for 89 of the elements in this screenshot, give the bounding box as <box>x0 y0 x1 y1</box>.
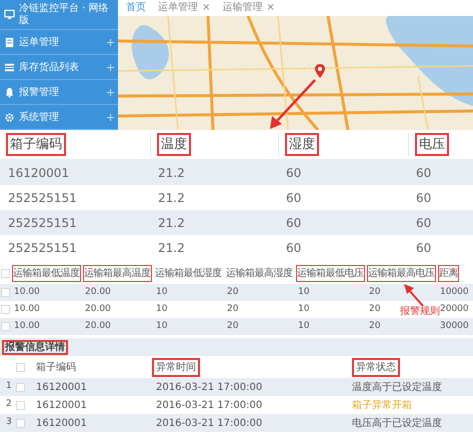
tab[interactable]: 运单管理 × <box>158 1 210 15</box>
checkbox[interactable] <box>16 362 25 372</box>
table-cell-text: 60 <box>285 240 302 256</box>
column-header: 箱子编码 <box>35 360 77 374</box>
monitor-icon <box>4 9 15 20</box>
column-header: 异常时间 <box>152 358 200 376</box>
column-header: 运输箱最低电压 <box>296 264 364 282</box>
table-cell-text: 20 <box>369 320 380 333</box>
arrow-icon <box>403 283 425 307</box>
table-cell-text: 10 <box>298 286 310 299</box>
table-cell-text: 电压高于已设定温度 <box>352 416 443 430</box>
table-cell-text: 16120001 <box>35 398 88 412</box>
table-cell-text: 16120001 <box>7 164 70 182</box>
table-cell-text: 2016-03-21 17:00:00 <box>155 416 264 430</box>
table-cell-text: 21.2 <box>157 190 186 206</box>
map-pin-icon <box>315 64 325 78</box>
column-header: 运输箱最高湿度 <box>225 266 294 280</box>
table-cell-text: 10000 <box>440 286 469 299</box>
table-cell-text: 60 <box>285 190 302 206</box>
table-cell-text: 16120001 <box>35 416 88 430</box>
table-cell-text: 20.00 <box>85 286 111 299</box>
platform-title: 冷链监控平台 · 网络版 <box>19 2 110 26</box>
plus-icon <box>107 88 114 96</box>
table-cell-text: 10 <box>156 302 168 316</box>
table-cell-text: 20 <box>369 286 380 299</box>
column-header: 电压 <box>415 132 449 156</box>
settings-icon <box>4 112 15 122</box>
row-number: 3 <box>5 416 13 430</box>
column-header: 箱子编码 <box>6 132 66 156</box>
column-header: 运输箱最高温度 <box>83 264 152 282</box>
table-cell-text: 20 <box>227 320 238 333</box>
table-cell-text: 2016-03-21 17:00:00 <box>155 398 264 412</box>
bell-icon <box>4 86 15 98</box>
checkbox[interactable] <box>1 322 10 331</box>
section-title: 报警信息详情 <box>2 340 68 354</box>
column-header: 湿度 <box>285 132 319 156</box>
table-cell-text: 20000 <box>440 302 469 316</box>
table-cell-text: 箱子异常开箱 <box>352 398 413 412</box>
table-cell-text: 10.00 <box>14 286 40 299</box>
checkbox[interactable] <box>1 268 10 278</box>
table-cell-text: 2016-03-21 17:00:00 <box>155 380 264 394</box>
document-icon <box>4 36 15 48</box>
table-cell-text: 10.00 <box>14 302 40 316</box>
plus-icon <box>107 64 114 70</box>
table-cell-text: 60 <box>415 240 432 256</box>
table-cell-text: 30000 <box>440 320 469 333</box>
table-cell-text: 10 <box>298 320 310 333</box>
arrow-icon <box>268 78 318 130</box>
column-header: 异常状态 <box>352 358 400 376</box>
table-cell-text: 20 <box>227 302 238 316</box>
row-number: 1 <box>5 380 13 394</box>
checkbox[interactable] <box>1 305 10 314</box>
list-icon <box>4 62 15 72</box>
annotation-label: 报警规则 <box>400 306 440 317</box>
table-cell-text: 60 <box>285 164 302 182</box>
table-cell-text: 10 <box>298 302 310 316</box>
column-header: 距离 <box>438 264 459 282</box>
table-cell-text: 21.2 <box>157 164 186 182</box>
table-cell-text: 10.00 <box>14 320 40 333</box>
column-header: 运输箱最低湿度 <box>154 266 222 280</box>
row-number: 2 <box>5 398 13 412</box>
column-header: 温度 <box>157 132 191 156</box>
table-cell-text: 20 <box>227 286 238 299</box>
table-cell-text: 温度高于已设定温度 <box>352 380 443 394</box>
checkbox[interactable] <box>1 288 10 297</box>
table-cell-text: 60 <box>415 164 432 182</box>
table-cell-text: 10 <box>156 320 168 333</box>
checkbox[interactable] <box>16 418 25 428</box>
table-cell-text: 16120001 <box>35 380 88 394</box>
plus-icon <box>107 114 114 120</box>
table-cell-text: 21.2 <box>157 214 186 232</box>
table-cell-text: 252525151 <box>7 240 78 256</box>
table-cell-text: 60 <box>415 190 432 206</box>
table-cell-text: 10 <box>156 286 168 299</box>
tab[interactable]: 运输管理 × <box>222 1 275 15</box>
table-cell-text: 252525151 <box>7 214 78 232</box>
table-cell-text: 60 <box>415 214 432 232</box>
table-cell-text: 20.00 <box>85 320 111 333</box>
column-header: 运输箱最低温度 <box>12 264 80 282</box>
checkbox[interactable] <box>16 382 25 392</box>
column-header: 运输箱最高电压 <box>367 264 436 282</box>
table-cell-text: 252525151 <box>7 190 78 206</box>
table-cell-text: 20.00 <box>85 302 111 316</box>
table-cell-text: 21.2 <box>157 240 186 256</box>
table-cell-text: 60 <box>285 214 302 232</box>
table-cell-text: 20 <box>369 302 380 316</box>
tab[interactable]: 首页 <box>126 1 146 15</box>
checkbox[interactable] <box>16 400 25 410</box>
plus-icon <box>107 38 114 46</box>
